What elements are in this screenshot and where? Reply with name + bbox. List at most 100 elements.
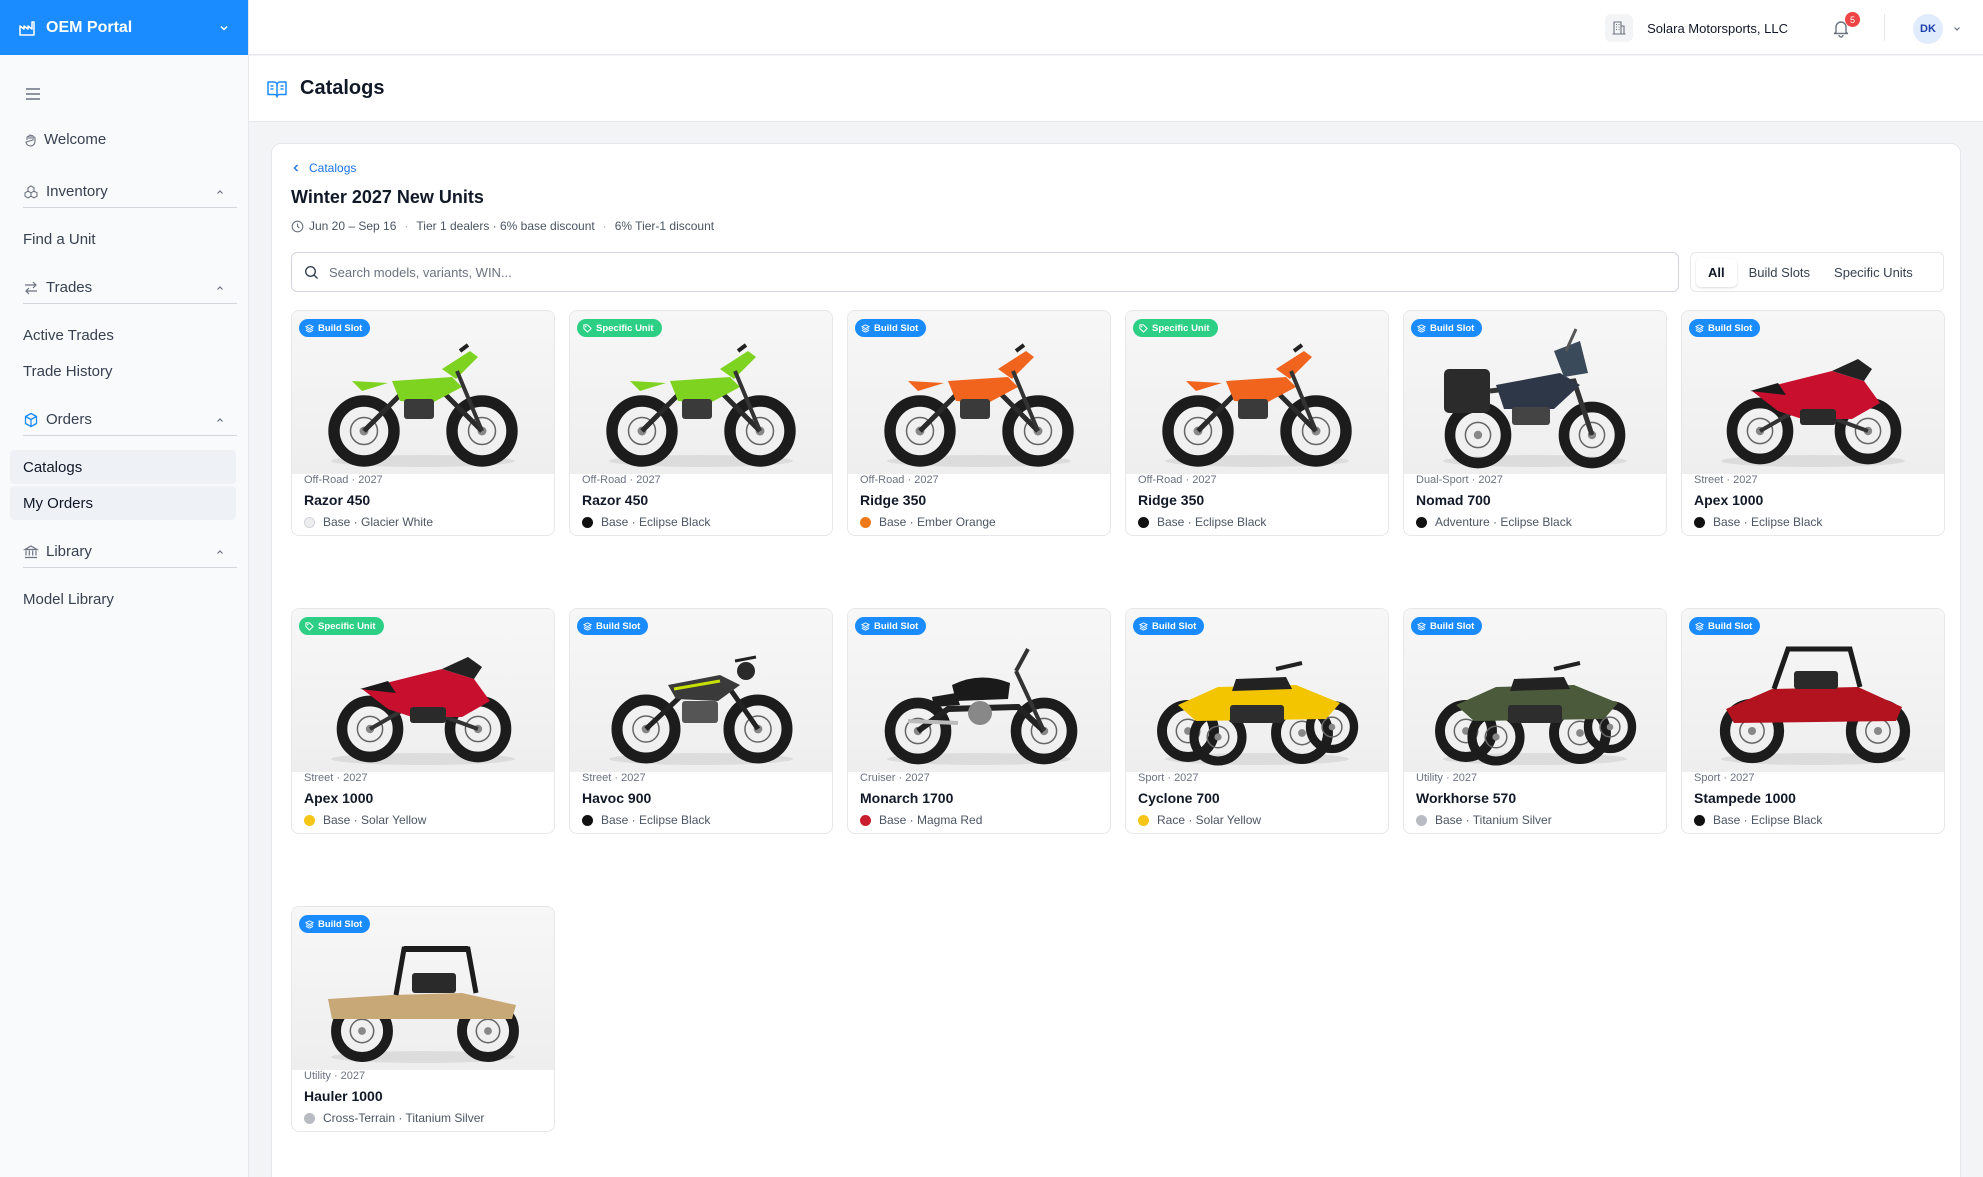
unit-category: Off-Road · 2027: [1138, 474, 1217, 486]
layers-icon: [1695, 621, 1704, 631]
sidebar-section-orders[interactable]: Orders: [23, 408, 237, 436]
unit-card[interactable]: Build Slot Off-Road · 2027 Razor 450 Bas…: [291, 310, 555, 536]
sidebar-item-label: Find a Unit: [23, 230, 96, 248]
unit-variant: Base · Eclipse Black: [582, 813, 710, 827]
unit-card[interactable]: Specific Unit Off-Road · 2027 Ridge 350 …: [1125, 310, 1389, 536]
unit-type-badge: Build Slot: [1411, 319, 1483, 337]
search-input[interactable]: [329, 264, 1629, 280]
unit-category: Street · 2027: [304, 772, 368, 784]
sidebar-section-trades[interactable]: Trades: [23, 276, 237, 304]
unit-card[interactable]: Build Slot Utility · 2027 Hauler 1000 Cr…: [291, 906, 555, 1132]
sidebar-section-library[interactable]: Library: [23, 540, 237, 568]
unit-card[interactable]: Build Slot Off-Road · 2027 Ridge 350 Bas…: [847, 310, 1111, 536]
chevron-up-icon: [217, 189, 223, 194]
unit-card[interactable]: Specific Unit Off-Road · 2027 Razor 450 …: [569, 310, 833, 536]
unit-type-badge: Build Slot: [299, 915, 371, 933]
sidebar-item-label: Trade History: [23, 362, 113, 380]
notification-badge: 5: [1845, 12, 1860, 27]
sidebar-section-label: Inventory: [46, 183, 108, 200]
filter-specific-units[interactable]: Specific Units: [1822, 258, 1925, 287]
unit-type-badge: Build Slot: [855, 319, 927, 337]
unit-type-badge: Specific Unit: [1133, 319, 1218, 337]
color-swatch: [860, 814, 871, 826]
unit-category: Street · 2027: [1694, 474, 1758, 486]
unit-variant-label: Base · Glacier White: [323, 515, 434, 529]
unit-variant-label: Base · Solar Yellow: [323, 813, 427, 827]
unit-model: Ridge 350: [860, 492, 927, 508]
unit-type-label: Specific Unit: [1152, 322, 1210, 334]
color-swatch: [1138, 814, 1149, 826]
separator: ·: [602, 219, 607, 233]
chevron-up-icon: [217, 549, 223, 554]
company-name: Solara Motorsports, LLC: [1647, 20, 1788, 36]
breadcrumb-link[interactable]: Catalogs: [309, 161, 356, 175]
catalog-panel: Catalogs Winter 2027 New Units Jun 20 – …: [271, 143, 1961, 1177]
sidebar-item-trade-history[interactable]: Trade History: [10, 354, 236, 388]
unit-variant-label: Base · Eclipse Black: [1713, 515, 1823, 529]
unit-variant: Base · Eclipse Black: [1138, 515, 1266, 529]
unit-variant-label: Cross-Terrain · Titanium Silver: [323, 1111, 485, 1125]
chevron-up-icon: [217, 417, 223, 422]
unit-card[interactable]: Build Slot Utility · 2027 Workhorse 570 …: [1403, 608, 1667, 834]
sidebar: OEM Portal Welcome Inventory Find a Unit…: [0, 0, 249, 1177]
book-open-icon: [267, 80, 287, 98]
search-box[interactable]: [291, 252, 1679, 292]
breadcrumb[interactable]: Catalogs: [291, 161, 356, 175]
unit-type-label: Build Slot: [1152, 620, 1197, 632]
tag-icon: [1139, 323, 1148, 333]
sidebar-section-label: Library: [46, 543, 92, 560]
unit-type-label: Build Slot: [318, 918, 363, 930]
filter-all[interactable]: All: [1696, 257, 1737, 287]
filter-build-slots[interactable]: Build Slots: [1737, 258, 1822, 287]
unit-type-badge: Build Slot: [299, 319, 371, 337]
sidebar-item-active-trades[interactable]: Active Trades: [10, 318, 236, 352]
arrows-swap-icon: [25, 281, 37, 294]
separator: ·: [404, 219, 409, 233]
unit-variant: Base · Glacier White: [304, 515, 433, 529]
unit-variant-label: Base · Magma Red: [879, 813, 983, 827]
layers-icon: [583, 621, 592, 631]
menu-icon[interactable]: [24, 86, 42, 102]
app-switcher[interactable]: OEM Portal: [0, 0, 248, 55]
unit-type-label: Build Slot: [1708, 322, 1753, 334]
unit-category: Sport · 2027: [1694, 772, 1755, 784]
unit-card[interactable]: Build Slot Street · 2027 Havoc 900 Base …: [569, 608, 833, 834]
color-swatch: [304, 814, 315, 826]
divider: [1884, 14, 1885, 41]
sidebar-section-label: Orders: [46, 411, 92, 428]
unit-card[interactable]: Build Slot Sport · 2027 Cyclone 700 Race…: [1125, 608, 1389, 834]
sidebar-item-model-library[interactable]: Model Library: [10, 582, 236, 616]
chevron-down-icon[interactable]: [1952, 24, 1962, 34]
unit-type-badge: Specific Unit: [577, 319, 662, 337]
unit-model: Nomad 700: [1416, 492, 1491, 508]
unit-variant-label: Base · Titanium Silver: [1435, 813, 1552, 827]
chevron-up-icon: [217, 285, 223, 290]
unit-card[interactable]: Build Slot Street · 2027 Apex 1000 Base …: [1681, 310, 1945, 536]
sidebar-item-my-orders[interactable]: My Orders: [10, 486, 236, 520]
unit-model: Razor 450: [304, 492, 371, 508]
unit-card[interactable]: Build Slot Dual-Sport · 2027 Nomad 700 A…: [1403, 310, 1667, 536]
sidebar-item-find-a-unit[interactable]: Find a Unit: [10, 222, 236, 256]
unit-card[interactable]: Specific Unit Street · 2027 Apex 1000 Ba…: [291, 608, 555, 834]
unit-variant: Base · Eclipse Black: [1694, 813, 1822, 827]
unit-type-label: Build Slot: [874, 322, 919, 334]
unit-variant-label: Adventure · Eclipse Black: [1435, 515, 1572, 529]
sidebar-section-inventory[interactable]: Inventory: [23, 180, 237, 208]
unit-type-label: Build Slot: [1430, 620, 1475, 632]
search-icon: [304, 265, 318, 279]
unit-card[interactable]: Build Slot Sport · 2027 Stampede 1000 Ba…: [1681, 608, 1945, 834]
unit-card[interactable]: Build Slot Cruiser · 2027 Monarch 1700 B…: [847, 608, 1111, 834]
avatar[interactable]: DK: [1913, 14, 1943, 44]
sidebar-item-welcome[interactable]: Welcome: [23, 131, 272, 148]
unit-model: Ridge 350: [1138, 492, 1205, 508]
unit-category: Off-Road · 2027: [582, 474, 661, 486]
color-swatch: [1694, 516, 1705, 528]
unit-variant: Race · Solar Yellow: [1138, 813, 1261, 827]
unit-variant: Base · Solar Yellow: [304, 813, 426, 827]
layers-icon: [1695, 323, 1704, 333]
sidebar-item-catalogs[interactable]: Catalogs: [10, 450, 236, 484]
unit-model: Havoc 900: [582, 790, 652, 806]
catalog-discount: 6% Tier-1 discount: [614, 219, 715, 233]
color-swatch: [304, 516, 315, 528]
company-switcher[interactable]: Solara Motorsports, LLC: [1605, 14, 1788, 42]
